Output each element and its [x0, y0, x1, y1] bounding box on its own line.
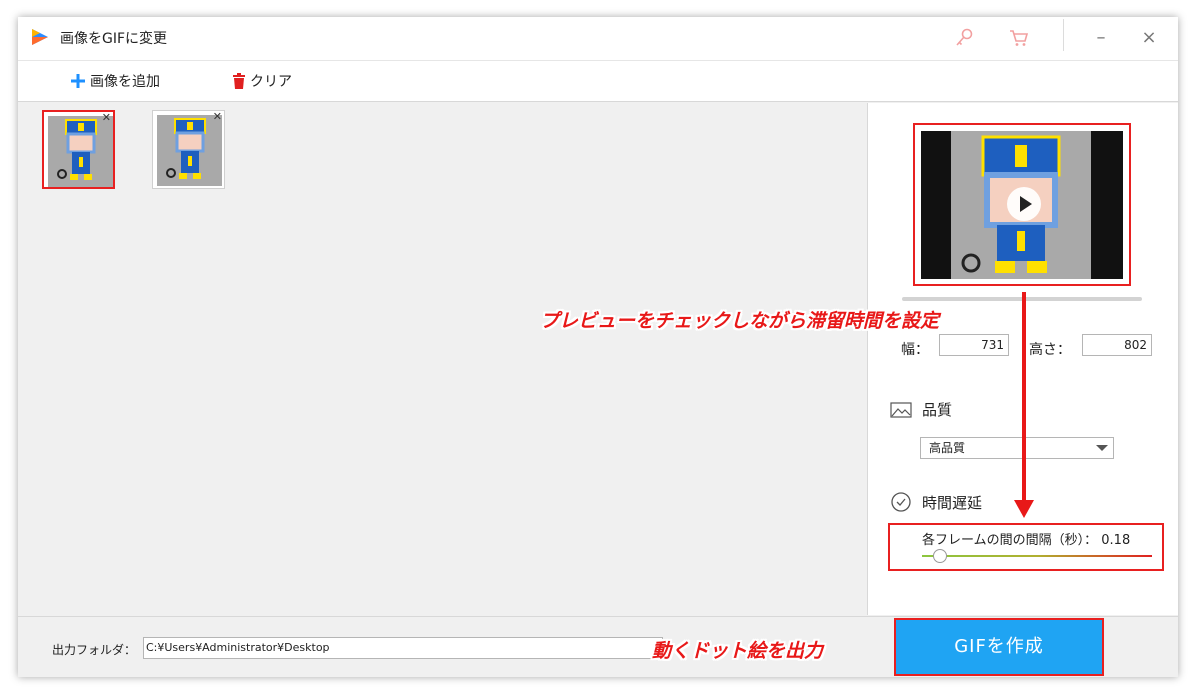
cart-icon[interactable]	[1008, 27, 1030, 49]
height-input[interactable]: 802	[1082, 334, 1152, 356]
quality-select[interactable]: 高品質	[920, 437, 1114, 459]
window-title: 画像をGIFに変更	[60, 31, 168, 47]
quality-heading-label: 品質	[922, 401, 953, 419]
image-thumbnail[interactable]: ✕	[152, 110, 225, 189]
annotation-output-note: 動くドット絵を出力	[652, 640, 824, 662]
create-gif-button[interactable]: GIFを作成	[894, 618, 1104, 676]
remove-image-icon[interactable]: ✕	[102, 112, 111, 124]
add-image-label: 画像を追加	[90, 74, 160, 90]
chevron-down-icon	[1096, 445, 1108, 451]
pixel-character-image	[157, 115, 222, 186]
delay-setting-box: 各フレームの間の間隔（秒）： 0.18	[888, 523, 1164, 571]
annotation-arrow-head	[1014, 500, 1034, 518]
add-image-button[interactable]: 画像を追加	[70, 70, 160, 92]
interval-slider[interactable]	[922, 555, 1152, 557]
annotation-arrow-line	[1022, 292, 1026, 504]
clear-label: クリア	[250, 74, 292, 90]
interval-value: 0.18	[1101, 533, 1131, 548]
pixel-character-image	[48, 116, 113, 187]
title-bar: 画像をGIFに変更 – ×	[18, 17, 1178, 60]
delay-heading: 時間遅延	[890, 491, 982, 513]
output-folder-label: 出力フォルダ：	[52, 643, 137, 657]
width-label: 幅：	[901, 342, 929, 358]
interval-label-row: 各フレームの間の間隔（秒）： 0.18	[922, 529, 1130, 548]
close-button[interactable]: ×	[1140, 29, 1158, 47]
toolbar: 画像を追加 クリア	[18, 60, 1178, 102]
clock-icon	[891, 492, 911, 512]
remove-image-icon[interactable]: ✕	[213, 111, 222, 123]
play-icon	[1020, 196, 1032, 212]
height-label: 高さ：	[1029, 342, 1071, 358]
clear-button[interactable]: クリア	[232, 70, 292, 92]
plus-icon	[71, 74, 85, 88]
output-folder-input[interactable]: C:¥Users¥Administrator¥Desktop	[143, 637, 663, 659]
preview-player[interactable]	[921, 131, 1123, 279]
app-logo-icon	[32, 29, 48, 45]
quality-heading: 品質	[890, 399, 952, 420]
image-icon	[890, 401, 912, 418]
image-list: ✕ ✕	[18, 103, 866, 615]
interval-label: 各フレームの間の間隔（秒）：	[922, 533, 1098, 548]
titlebar-separator	[1063, 19, 1064, 51]
play-button[interactable]	[1007, 187, 1041, 221]
app-window: 画像をGIFに変更 – × 画像を追加 クリア ✕ ✕ 幅： 731 高さ： 8…	[18, 17, 1178, 677]
annotation-preview-note: プレビューをチェックしながら滞留時間を設定	[540, 310, 940, 332]
bottom-bar: 出力フォルダ： C:¥Users¥Administrator¥Desktop G…	[18, 616, 1178, 677]
preview-frame	[913, 123, 1131, 286]
image-thumbnail[interactable]: ✕	[42, 110, 115, 189]
quality-selected-value: 高品質	[929, 441, 966, 455]
delay-heading-label: 時間遅延	[922, 493, 983, 512]
key-icon[interactable]	[953, 27, 975, 49]
interval-slider-handle[interactable]	[933, 549, 948, 563]
trash-icon	[233, 73, 245, 89]
minimize-button[interactable]: –	[1092, 29, 1110, 47]
width-input[interactable]: 731	[939, 334, 1009, 356]
